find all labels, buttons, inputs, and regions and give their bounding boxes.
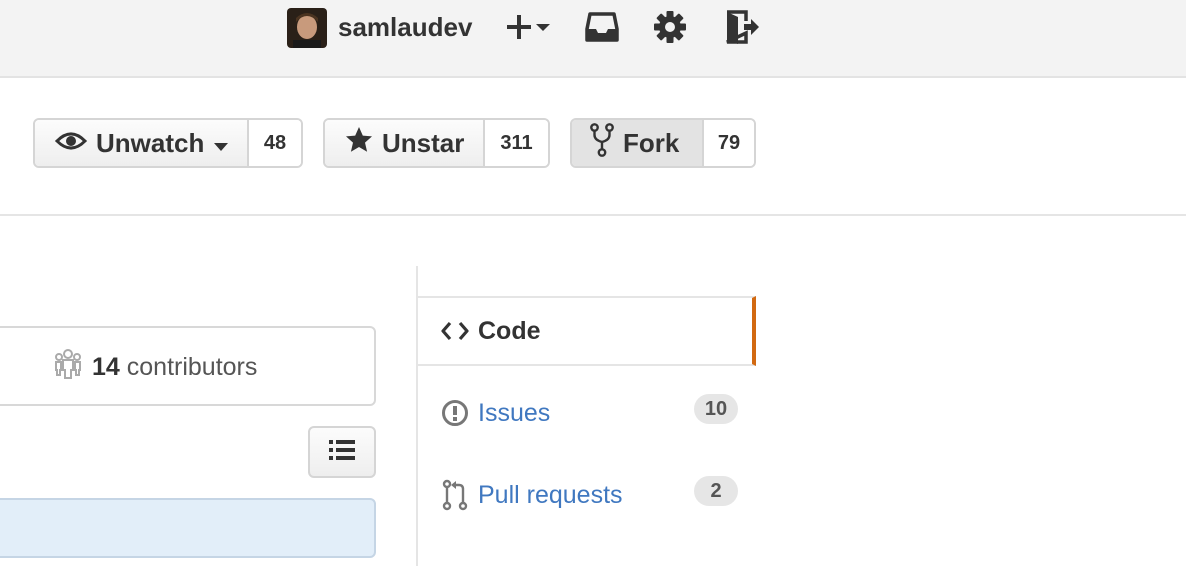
sign-out-icon[interactable] — [724, 9, 760, 45]
repo-nav-issues[interactable]: Issues 10 — [418, 378, 756, 448]
star-button-group: Unstar 311 — [323, 118, 550, 168]
repo-summary-box: 14 contributors — [0, 326, 376, 406]
fork-icon — [590, 122, 614, 164]
caret-down-icon — [213, 128, 229, 159]
gear-icon[interactable] — [653, 10, 687, 44]
fork-label: Fork — [623, 127, 680, 158]
inbox-icon[interactable] — [585, 11, 619, 43]
list-unordered-icon — [329, 439, 355, 466]
repo-nav: Code Issues 10 Pull requests 2 — [416, 266, 756, 566]
unstar-button[interactable]: Unstar — [325, 120, 485, 166]
watch-button-group: Unwatch 48 — [33, 118, 303, 168]
unwatch-label: Unwatch — [96, 127, 205, 158]
eye-icon — [54, 128, 88, 159]
code-icon — [440, 316, 470, 346]
repo-nav-issues-label: Issues — [478, 398, 551, 427]
watchers-count[interactable]: 48 — [249, 120, 301, 166]
unstar-label: Unstar — [382, 127, 465, 158]
issue-opened-icon — [440, 398, 470, 428]
stargazers-count[interactable]: 311 — [485, 120, 548, 166]
organization-icon — [54, 348, 82, 387]
fork-button[interactable]: Fork — [572, 120, 704, 166]
global-header: samlaudev — [0, 0, 1186, 78]
unwatch-button[interactable]: Unwatch — [35, 120, 249, 166]
contributors-count: 14 — [92, 353, 120, 381]
repo-nav-pull-requests-label: Pull requests — [478, 480, 623, 509]
git-pull-request-icon — [440, 479, 470, 511]
contributors-link[interactable]: 14 contributors — [54, 348, 257, 387]
repo-nav-code-label: Code — [478, 316, 541, 345]
plus-icon[interactable] — [505, 13, 553, 41]
repo-actions-bar: Unwatch 48 Unstar 311 Fork 79 — [0, 78, 1186, 216]
forks-count[interactable]: 79 — [704, 120, 754, 166]
caret-down-icon — [536, 24, 550, 31]
avatar[interactable] — [287, 8, 327, 48]
repo-nav-code[interactable]: Code — [418, 296, 756, 366]
username-link[interactable]: samlaudev — [338, 10, 472, 44]
pull-requests-counter: 2 — [694, 476, 738, 506]
contributors-label: contributors — [126, 353, 258, 381]
latest-commit-panel — [0, 498, 376, 558]
issues-counter: 10 — [694, 394, 738, 424]
repo-nav-pull-requests[interactable]: Pull requests 2 — [418, 460, 756, 530]
star-icon — [345, 126, 373, 160]
file-list-toggle-button[interactable] — [308, 426, 376, 478]
fork-button-group: Fork 79 — [570, 118, 756, 168]
